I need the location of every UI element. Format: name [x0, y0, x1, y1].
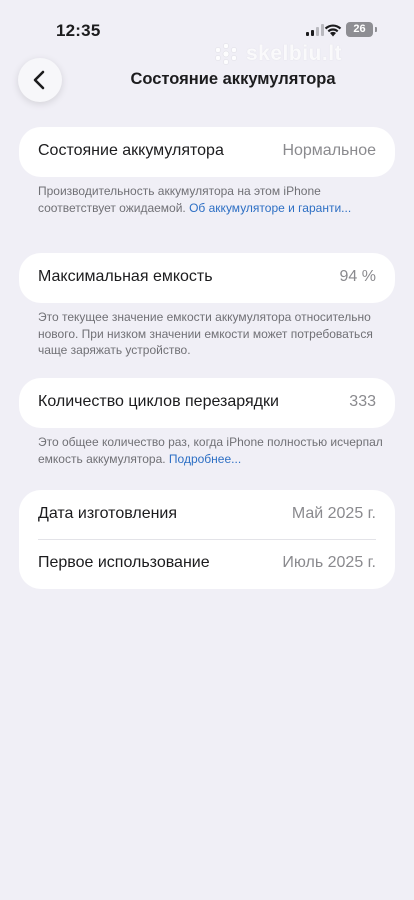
battery-health-card: Состояние аккумулятора Нормальное: [19, 127, 395, 177]
cycle-count-label: Количество циклов перезарядки: [38, 393, 279, 410]
cycle-count-footnote: Это общее количество раз, когда iPhone п…: [38, 434, 383, 467]
watermark-text: skelbiu.lt: [246, 42, 343, 65]
manufacture-date-row: Дата изготовления Май 2025 г.: [19, 490, 395, 540]
max-capacity-card: Максимальная емкость 94 %: [19, 253, 395, 303]
battery-health-value: Нормальное: [282, 142, 376, 159]
battery-health-footnote: Производительность аккумулятора на этом …: [38, 183, 383, 216]
learn-more-link[interactable]: Подробнее...: [169, 452, 241, 466]
max-capacity-footnote: Это текущее значение емкости аккумулятор…: [38, 310, 373, 357]
max-capacity-label: Максимальная емкость: [38, 268, 213, 285]
max-capacity-value: 94 %: [339, 268, 376, 285]
battery-warranty-link[interactable]: Об аккумуляторе и гаранти...: [189, 201, 351, 215]
watermark-logo-icon: [215, 43, 237, 65]
chevron-left-icon: [33, 70, 45, 90]
first-use-value: Июль 2025 г.: [282, 554, 376, 571]
battery-health-row: Состояние аккумулятора Нормальное: [19, 127, 395, 177]
battery-tip: [375, 27, 377, 32]
cycle-count-row: Количество циклов перезарядки 333: [19, 378, 395, 428]
wifi-icon: [324, 24, 342, 37]
cycle-count-value: 333: [349, 393, 376, 410]
status-time: 12:35: [56, 21, 101, 40]
battery-icon: 26: [346, 22, 373, 37]
battery-level: 26: [353, 23, 366, 35]
battery-health-label: Состояние аккумулятора: [38, 142, 224, 159]
cycle-count-card: Количество циклов перезарядки 333: [19, 378, 395, 428]
watermark: skelbiu.lt: [212, 40, 392, 68]
first-use-label: Первое использование: [38, 554, 210, 571]
first-use-row: Первое использование Июль 2025 г.: [19, 539, 395, 589]
cellular-signal-icon: [306, 24, 324, 36]
page-title: Состояние аккумулятора: [130, 70, 336, 88]
max-capacity-row: Максимальная емкость 94 %: [19, 253, 395, 303]
manufacture-date-label: Дата изготовления: [38, 505, 178, 522]
manufacture-date-value: Май 2025 г.: [291, 505, 376, 522]
dates-card: Дата изготовления Май 2025 г. Первое исп…: [19, 490, 395, 589]
back-button[interactable]: [18, 58, 62, 102]
